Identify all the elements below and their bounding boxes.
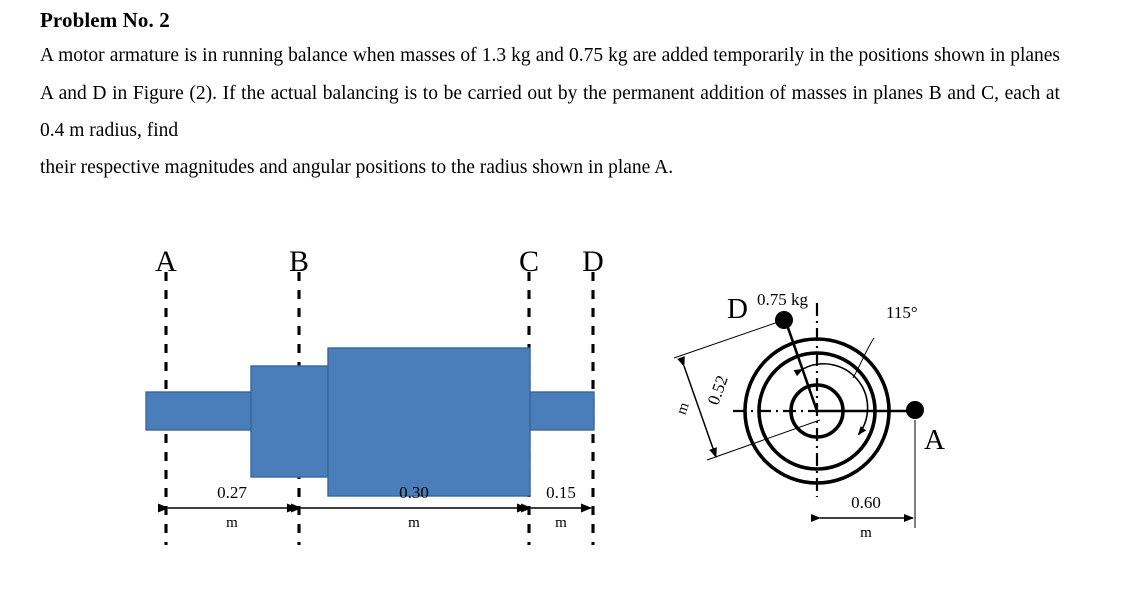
shaft-elevation-view: A B C D 0.27 m 0.30 m 0.15 m <box>145 245 604 545</box>
end-view-label-a: A <box>924 424 945 456</box>
dimension-value-ab: 0.27 <box>217 483 247 502</box>
plane-label-d: D <box>582 245 604 278</box>
dimension-unit-bc: m <box>408 515 420 531</box>
problem-paragraph: A motor armature is in running balance w… <box>40 37 1060 187</box>
plane-label-a: A <box>155 245 177 278</box>
mass-dot-a <box>906 401 924 419</box>
shaft-left-stub <box>145 391 252 431</box>
radius-d-extension-lower <box>706 419 821 461</box>
radius-a-value: 0.60 <box>851 493 881 512</box>
radius-d-value: 0.52 <box>704 373 732 407</box>
inner-circle <box>789 383 845 439</box>
problem-statement: Problem No. 2 A motor armature is in run… <box>40 8 1060 187</box>
end-view: A D 0.75 kg 115° 0.52 m 0.60 m <box>674 290 945 541</box>
shaft-main-body <box>327 347 531 497</box>
shaft-step-section <box>250 365 329 478</box>
shaft-right-stub <box>529 391 595 431</box>
middle-circle <box>757 351 877 471</box>
outer-circle <box>743 337 891 485</box>
dimension-unit-cd: m <box>555 515 567 531</box>
angle-leader-line <box>852 337 875 379</box>
radius-d-dimension-arrow <box>677 356 717 458</box>
radius-d-unit: m <box>674 400 693 417</box>
angle-label-115: 115° <box>886 303 918 322</box>
page-title: Problem No. 2 <box>40 8 170 32</box>
radius-a-unit: m <box>860 525 872 541</box>
problem-page: Problem No. 2 A motor armature is in run… <box>0 0 1122 590</box>
angle-arc-115 <box>793 363 869 436</box>
mass-dot-d <box>775 311 793 329</box>
end-view-label-d: D <box>727 293 748 325</box>
dimension-value-bc: 0.30 <box>399 483 429 502</box>
radius-line-d <box>784 321 819 412</box>
paragraph-line-1: A motor armature is in running balance w… <box>40 45 709 67</box>
radius-d-extension-upper <box>673 319 785 359</box>
mass-d-value: 0.75 kg <box>757 290 809 309</box>
dimension-unit-ab: m <box>226 515 238 531</box>
dimension-value-cd: 0.15 <box>546 483 576 502</box>
paragraph-line-4: their respective magnitudes and angular … <box>40 157 674 179</box>
plane-label-b: B <box>289 245 309 278</box>
plane-label-c: C <box>519 245 539 278</box>
